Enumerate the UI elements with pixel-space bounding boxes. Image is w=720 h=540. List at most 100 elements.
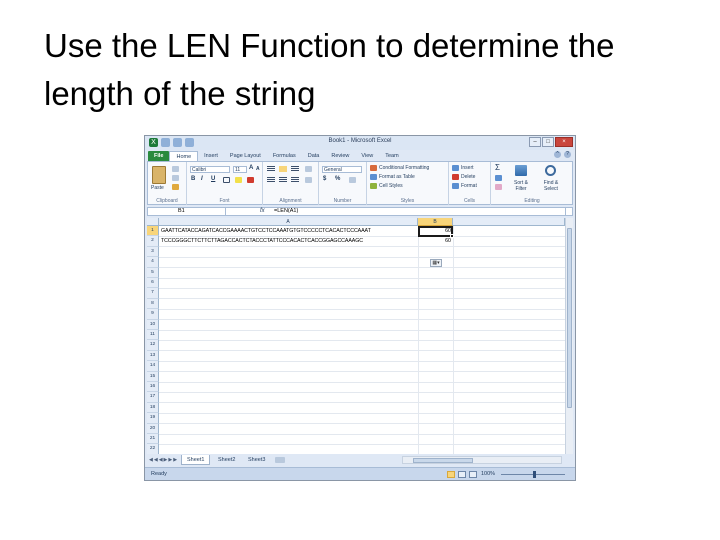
row-header[interactable]: 20 [147,423,159,434]
row-header[interactable]: 6 [147,278,159,289]
autosum-button[interactable]: Σ [495,163,500,172]
format-as-table-button[interactable]: Format as Table [379,174,415,180]
conditional-formatting-button[interactable]: Conditional Formatting [379,165,429,171]
zoom-level[interactable]: 100% [481,471,495,477]
row-header[interactable]: 7 [147,288,159,299]
worksheet-grid[interactable]: A B 1 2 3 4 5 6 7 8 9 10 11 12 13 14 15 … [147,218,565,454]
currency-button[interactable]: $ [323,176,326,182]
row-header[interactable]: 14 [147,361,159,372]
tab-formulas[interactable]: Formulas [267,151,302,161]
align-top-icon[interactable] [267,166,275,172]
row-header[interactable]: 21 [147,434,159,445]
row-header[interactable]: 8 [147,298,159,310]
number-format-dropdown[interactable]: General [322,166,362,173]
horizontal-scroll-thumb[interactable] [413,458,473,463]
comma-style-icon[interactable] [349,177,356,183]
copy-icon[interactable] [172,175,179,181]
wrap-text-icon[interactable] [305,166,312,172]
row-header[interactable]: 17 [147,392,159,403]
formula-input[interactable]: =LEN(A1) [274,208,298,215]
vertical-scrollbar[interactable] [565,218,573,454]
shrink-font-icon[interactable]: A [256,166,260,172]
row-header[interactable]: 22 [147,444,159,454]
merge-center-icon[interactable] [305,177,312,183]
clear-icon[interactable] [495,184,502,190]
tab-view[interactable]: View [355,151,379,161]
font-color-icon[interactable] [247,177,254,183]
tab-file[interactable]: File [148,150,170,161]
row-header[interactable]: 10 [147,319,159,330]
font-size-dropdown[interactable]: 11 [233,166,247,173]
find-select-icon[interactable] [545,165,556,176]
row-header[interactable]: 5 [147,267,159,278]
row-header[interactable]: 16 [147,382,159,393]
align-center-icon[interactable] [279,177,287,183]
row-header[interactable]: 19 [147,413,159,424]
sheet-tab-sheet3[interactable]: Sheet3 [243,455,270,465]
tab-review[interactable]: Review [325,151,355,161]
paste-label[interactable]: Paste [151,185,164,191]
find-select-button[interactable]: Find & Select [537,180,565,192]
row-header[interactable]: 12 [147,340,159,351]
insert-button[interactable]: Insert [461,165,474,171]
row-header[interactable]: 9 [147,309,159,320]
cell-a2[interactable]: TCCCGGGCTTCTTCTTAGACCACTCTACCCTATTCCCACA… [161,236,363,246]
cell-a1[interactable]: GAATTCATACCAGATCACCGAAAACTGTCCTCCAAATGTG… [161,226,371,236]
fill-handle[interactable] [450,234,454,238]
select-all-corner[interactable] [147,218,159,226]
name-box[interactable]: B1 [148,208,226,215]
format-button[interactable]: Format [461,183,477,189]
percent-button[interactable]: % [335,176,340,182]
row-header[interactable]: 13 [147,350,159,362]
sheet-nav-arrows[interactable]: ◀◀◀▶▶▶ [149,457,178,463]
minimize-button[interactable]: – [529,137,541,147]
insert-function-button[interactable]: fx [260,208,265,215]
paste-icon[interactable] [152,166,166,184]
sheet-tab-sheet1[interactable]: Sheet1 [181,455,211,465]
page-break-view-icon[interactable] [469,471,477,478]
align-bottom-icon[interactable] [291,166,299,172]
format-painter-icon[interactable] [172,184,179,190]
column-header-a[interactable]: A [159,218,418,226]
minimize-ribbon-icon[interactable]: ^ [554,151,561,158]
row-header[interactable]: 15 [147,371,159,382]
maximize-button[interactable]: □ [542,137,554,147]
horizontal-scrollbar[interactable] [402,456,562,464]
row-header[interactable]: 11 [147,330,159,341]
cell-b2[interactable]: 60 [419,236,453,246]
row-header[interactable]: 1 [147,226,159,237]
row-header[interactable]: 2 [147,236,159,247]
underline-button[interactable]: U [211,176,215,182]
help-icon[interactable]: ? [564,151,571,158]
column-header-blank[interactable] [453,218,565,226]
font-name-dropdown[interactable]: Calibri [190,166,230,173]
tab-home[interactable]: Home [169,150,199,161]
normal-view-icon[interactable] [447,471,455,478]
sort-filter-icon[interactable] [515,165,527,176]
row-header[interactable]: 18 [147,402,159,414]
tab-team[interactable]: Team [379,151,404,161]
cell-styles-button[interactable]: Cell Styles [379,183,403,189]
borders-icon[interactable] [223,177,230,183]
cut-icon[interactable] [172,166,179,172]
autofill-options-icon[interactable]: ▦▾ [430,259,442,267]
grow-font-icon[interactable]: A [249,165,253,171]
delete-icon[interactable] [452,174,459,180]
align-left-icon[interactable] [267,177,275,183]
column-header-b[interactable]: B [418,218,453,226]
tab-insert[interactable]: Insert [198,151,224,161]
conditional-formatting-icon[interactable] [370,165,377,171]
insert-icon[interactable] [452,165,459,171]
row-header[interactable]: 3 [147,246,159,258]
expand-formula-bar-icon[interactable] [565,208,572,215]
tab-data[interactable]: Data [302,151,326,161]
align-right-icon[interactable] [291,177,299,183]
page-layout-view-icon[interactable] [458,471,466,478]
cell-styles-icon[interactable] [370,183,377,189]
sheet-tab-sheet2[interactable]: Sheet2 [213,455,240,465]
insert-sheet-icon[interactable] [275,457,285,463]
tab-page-layout[interactable]: Page Layout [224,151,267,161]
sort-filter-button[interactable]: Sort & Filter [508,180,534,192]
zoom-slider-thumb[interactable] [533,471,536,478]
align-middle-icon[interactable] [279,166,287,172]
